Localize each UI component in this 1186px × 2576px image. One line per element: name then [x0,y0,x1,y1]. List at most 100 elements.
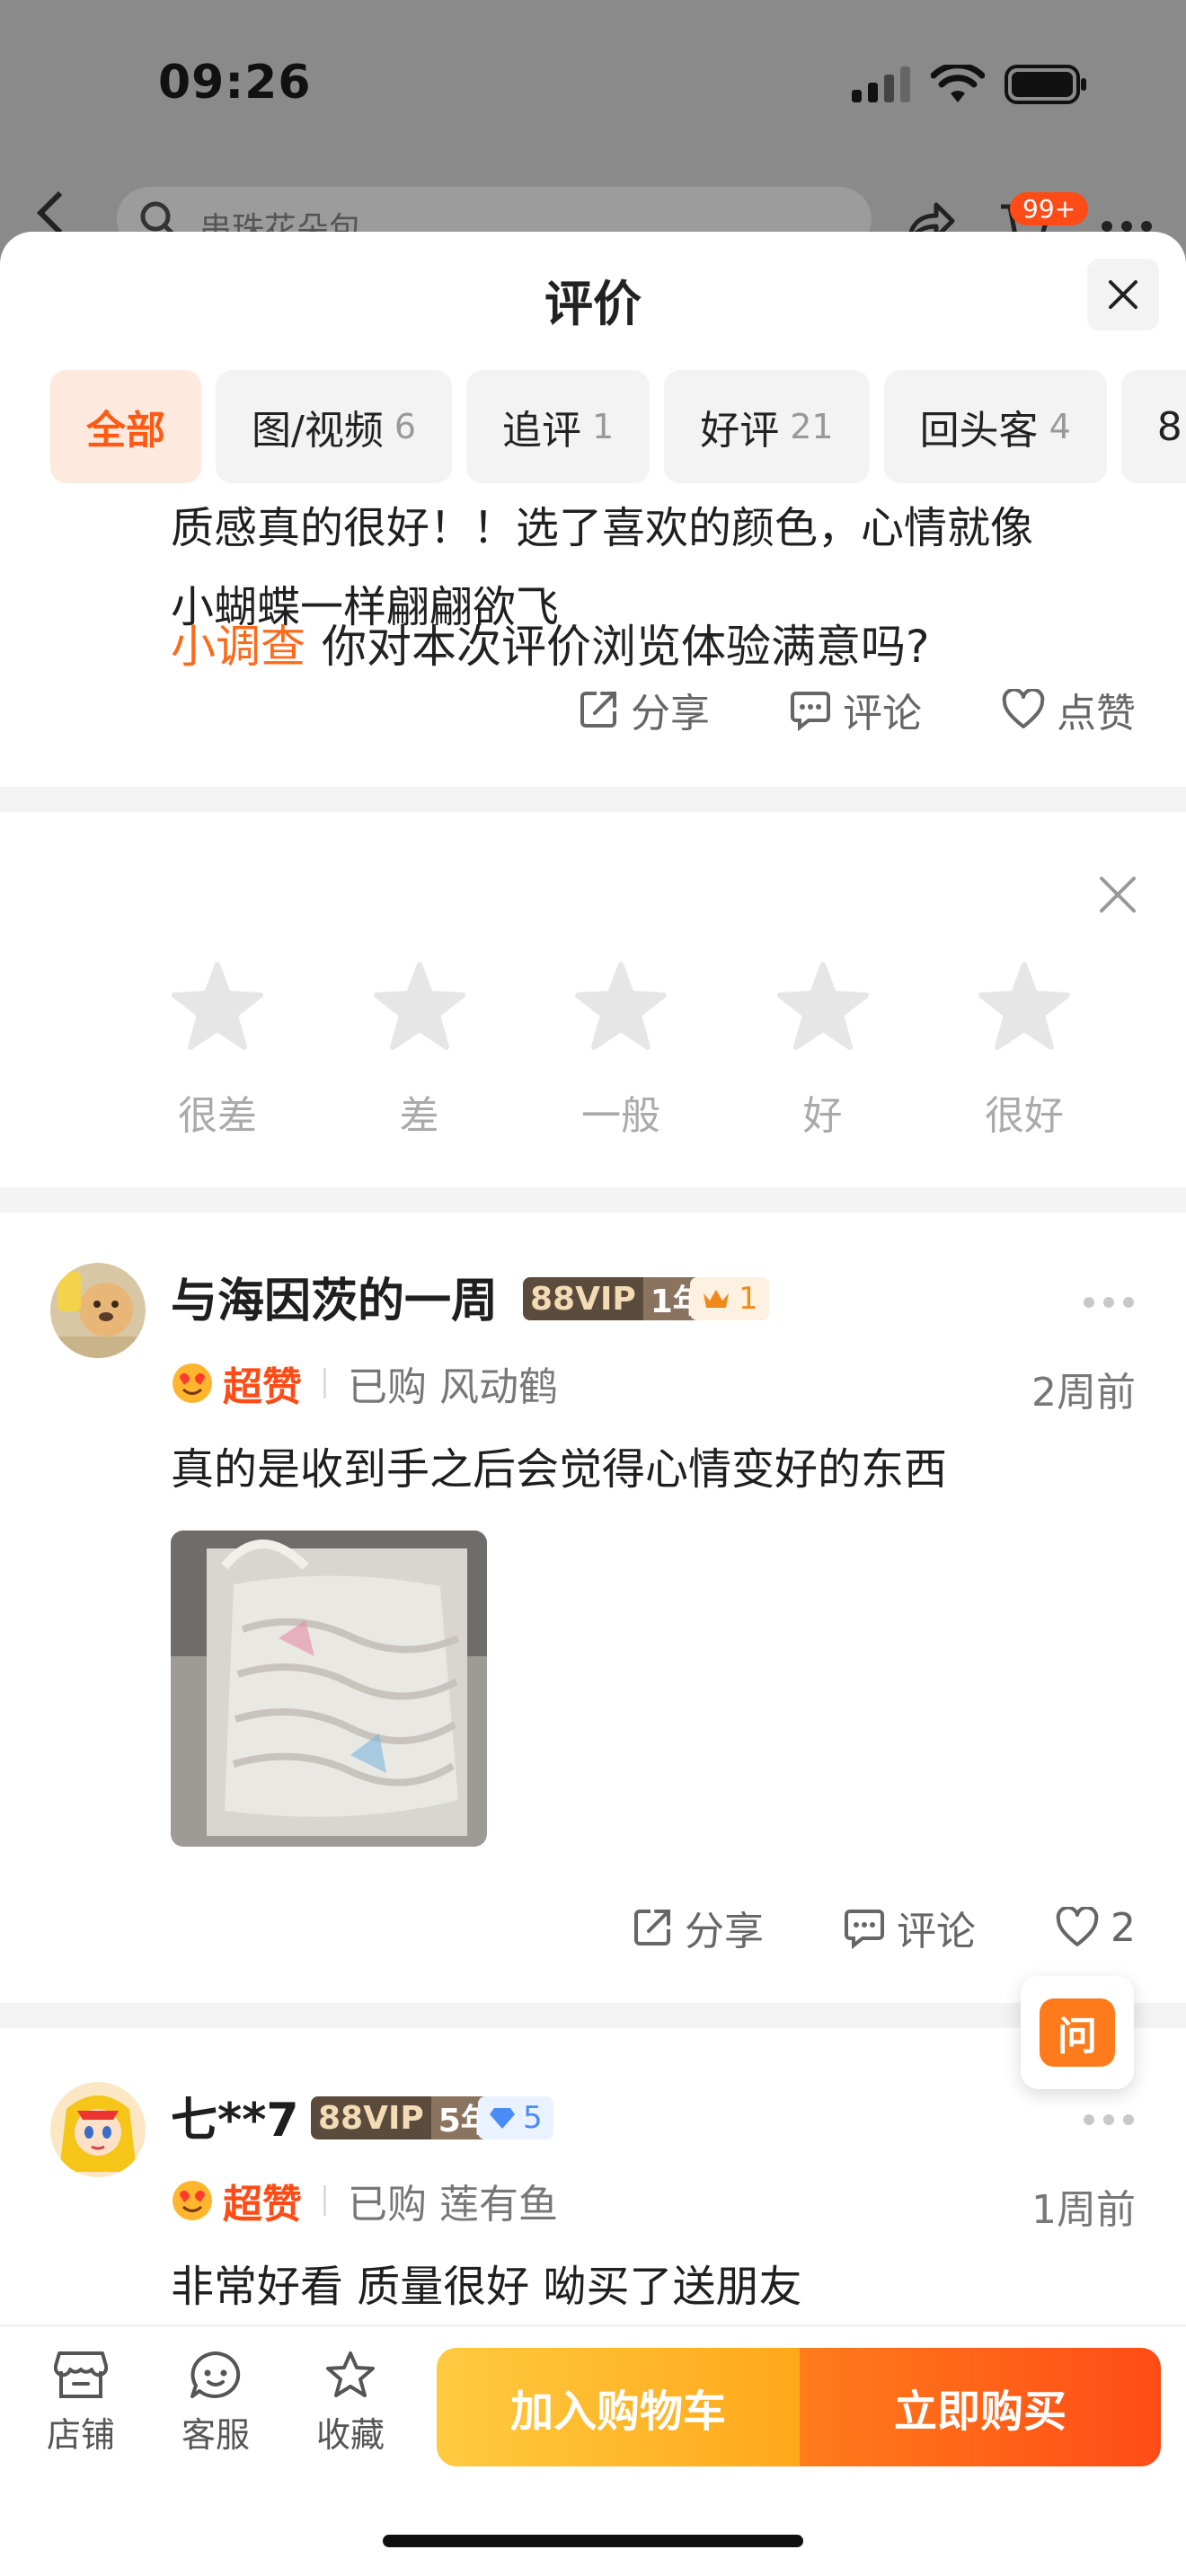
tab-count: 1 [592,407,615,446]
more-icon[interactable] [1084,2114,1134,2125]
tab-all[interactable]: 全部 [50,370,201,483]
review-sheet: 评价 全部 图/视频 6 追评 1 好评 21 回头客 4 8 质感真的很好！！… [0,232,1186,2576]
share-button[interactable]: 分享 [631,1899,764,1956]
member-level: 5 [523,2100,543,2136]
store-icon [54,2351,108,2398]
separator [323,2185,326,2216]
tab-label: 图/视频 [252,408,384,454]
heart-eyes-emoji-icon [173,2181,212,2220]
avatar[interactable] [50,2082,146,2177]
store-label: 店铺 [46,2415,115,2455]
review-actions: 分享 评论 点赞 [577,681,1136,738]
sheet-title: 评价 [544,276,642,332]
rating-option-average[interactable]: 一般 [574,961,668,1141]
review-time: 2周前 [1031,1370,1136,1416]
star-icon [575,962,667,1050]
separator [323,1368,326,1398]
tab-count: 6 [394,407,417,446]
star-icon [172,962,263,1050]
share-icon [580,692,616,728]
survey-question-text: 你对本次评价浏览体验满意吗? [322,621,930,673]
share-icon [634,1910,670,1945]
tab-positive[interactable]: 好评 21 [664,370,870,483]
filter-tabs: 全部 图/视频 6 追评 1 好评 21 回头客 4 8 [50,370,1186,483]
vip-label: 88VIP [523,1277,643,1320]
ask-question-button[interactable]: 问 [1021,1976,1134,2089]
rating-label: 差 [399,1093,439,1139]
reviewer-name[interactable]: 七**7 [171,2082,299,2149]
battery-icon [1005,65,1086,104]
favorite-button[interactable]: 收藏 [296,2350,404,2457]
back-icon [36,190,81,235]
star-icon [978,962,1070,1050]
survey-question: 小调查 你对本次评价浏览体验满意吗? [171,611,930,675]
comment-icon [845,1910,884,1949]
like-count: 2 [1111,1904,1136,1951]
add-to-cart-button[interactable]: 加入购物车 [437,2348,800,2466]
comment-icon [791,692,830,731]
signal-icon [852,66,910,102]
service-label: 客服 [181,2415,250,2455]
comment-button[interactable]: 评论 [789,681,922,738]
survey-label: 小调查 [171,621,305,673]
review-photo-image [171,1531,487,1847]
member-level-badge: 1 [690,1277,769,1320]
rating-option-bad[interactable]: 差 [373,961,466,1141]
tab-count: 4 [1049,407,1071,446]
review-text: 非常好看 质量很好 呦买了送朋友 [171,2262,802,2312]
purchased-label: 已购 [348,1364,427,1410]
star-icon [373,962,465,1050]
like-button[interactable]: 2 [1055,1905,1136,1951]
rating-label: 很好 [985,1093,1064,1139]
review-text: 真的是收到手之后会觉得心情变好的东西 [171,1444,948,1495]
vip-badge: 88VIP 5年 [311,2096,500,2139]
star-icon [776,962,869,1050]
heart-eyes-emoji-icon [173,1363,212,1403]
reviewer-name[interactable]: 与海因茨的一周 [171,1263,498,1330]
tab-label: 追评 [502,408,582,454]
tab-follow-up[interactable]: 追评 1 [466,370,651,483]
share-label: 分享 [631,691,710,737]
status-bar: 09:26 [0,0,1186,171]
member-level-badge: 5 [478,2096,553,2139]
avatar[interactable] [50,1263,146,1358]
favorite-label: 收藏 [315,2415,385,2455]
purchased-variant: 莲有鱼 [439,2182,558,2228]
review-actions: 分享 评论 2 [631,1899,1136,1956]
review-photo[interactable] [171,1531,487,1847]
comment-button[interactable]: 评论 [843,1899,976,1956]
status-time: 09:26 [158,56,312,110]
buy-now-button[interactable]: 立即购买 [800,2348,1161,2466]
section-divider [0,787,1186,812]
chat-face-icon [190,2351,241,2398]
tab-more[interactable]: 8 [1120,370,1186,483]
close-icon [1109,280,1137,309]
rating-option-very-good[interactable]: 很好 [978,961,1071,1141]
vip-badge: 88VIP 1年 [523,1277,712,1320]
home-indicator[interactable] [383,2535,803,2547]
wifi-icon [931,65,985,102]
share-button[interactable]: 分享 [577,681,710,738]
close-icon[interactable] [1096,873,1139,916]
more-icon[interactable] [1084,1297,1134,1308]
comment-label: 评论 [843,691,922,737]
close-button[interactable] [1087,259,1159,331]
diamond-icon [490,2108,515,2129]
rating-label: 很差 [178,1093,257,1139]
comment-label: 评论 [897,1909,976,1954]
avatar-image [50,1263,146,1358]
like-button[interactable]: 点赞 [1001,681,1136,738]
cart-badge: 99+ [1010,192,1089,225]
tab-photo-video[interactable]: 图/视频 6 [216,370,453,483]
rating-option-very-bad[interactable]: 很差 [171,961,264,1141]
share-label: 分享 [685,1909,764,1954]
purchased-variant: 风动鹤 [439,1364,558,1410]
store-button[interactable]: 店铺 [27,2350,135,2457]
rating-option-good[interactable]: 好 [776,961,870,1141]
review-time: 1周前 [1031,2187,1136,2233]
member-level: 1 [739,1281,758,1317]
review-meta: 超赞 已购 莲有鱼 [171,2172,558,2229]
tab-repeat-customer[interactable]: 回头客 4 [883,370,1107,483]
heart-icon [1056,1907,1099,1946]
customer-service-button[interactable]: 客服 [162,2350,270,2457]
